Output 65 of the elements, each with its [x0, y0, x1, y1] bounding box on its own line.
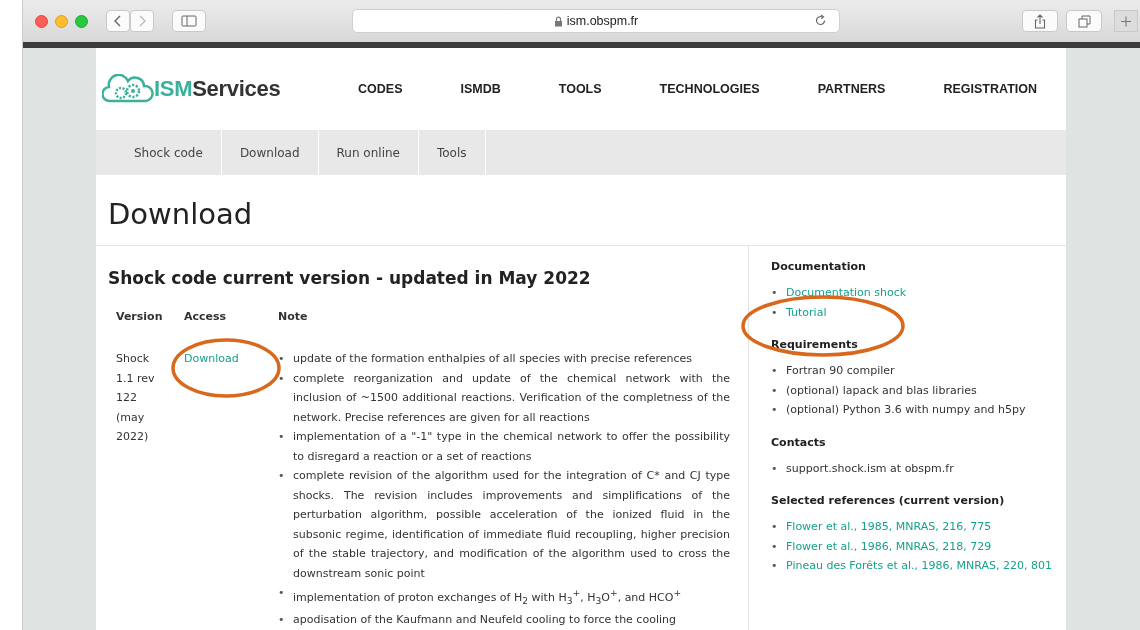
column-header: Access — [183, 309, 228, 325]
subnav-tab[interactable]: Run online — [318, 130, 419, 175]
overlapping-squares-icon — [1077, 14, 1091, 28]
sidebar-button[interactable] — [172, 10, 206, 32]
sidebar-heading: Requirements — [771, 338, 859, 351]
bullet: • — [278, 429, 286, 445]
site-logo[interactable]: ISMServices — [102, 74, 281, 104]
url-text: ism.obspm.fr — [566, 14, 639, 28]
bullet: • — [771, 402, 779, 418]
subnav-tab[interactable]: Tools — [418, 130, 486, 175]
sidebar-icon — [181, 15, 197, 27]
nav-link[interactable]: ISMDB — [431, 82, 530, 96]
sidebar-text: (optional) Python 3.6 with numpy and h5py — [786, 402, 1026, 418]
subnav-tab[interactable]: Shock code — [116, 130, 222, 175]
nav-link[interactable]: REGISTRATION — [914, 82, 1066, 96]
maximize-icon[interactable] — [75, 14, 88, 28]
nav-link[interactable]: CODES — [329, 82, 432, 96]
bullet: • — [771, 460, 779, 477]
bullet: • — [771, 285, 779, 301]
plus-icon — [1121, 15, 1131, 27]
note-item: update of the formation enthalpies of all species with precise references — [293, 351, 693, 367]
sidebar-heading: Documentation — [771, 260, 867, 273]
version-cell-text: Shock 1.1 rev 122 (may 2022) — [115, 351, 156, 445]
note-item: implementation of proton exchanges of H$_{2}$ with H$_{3}$$^{+}$, H$_{3}$O$^{+}$, and HCO$^{+}$ — [293, 586, 683, 608]
note-item: complete revision of the algorithm used for the integration of C* and CJ type shocks. The revision includes improvements and simplifications of the perturbation algorithm, possible acceleration of the ionized fluid in the subsonic regime, identification of immediate fluid recoupling, higher precision of the stable trajectory, and modification of the algorithm used to cross the downstream sonic point — [293, 468, 730, 582]
tabs-button[interactable] — [1066, 10, 1102, 32]
reload-icon[interactable] — [814, 14, 827, 27]
chevron-left-icon — [113, 14, 123, 28]
close-icon[interactable] — [35, 14, 48, 28]
bullet: • — [771, 558, 779, 574]
bullet: • — [278, 612, 286, 629]
column-header: Note — [277, 309, 309, 325]
minimize-icon[interactable] — [55, 14, 68, 28]
bullet: • — [278, 585, 286, 601]
bullet: • — [771, 519, 779, 535]
column-header: Version — [115, 309, 164, 325]
share-icon — [1034, 13, 1046, 29]
bullet: • — [278, 468, 286, 484]
sidebar-text: (optional) lapack and blas libraries — [786, 382, 977, 399]
nav-link[interactable]: TECHNOLOGIES — [630, 82, 789, 96]
bullet: • — [771, 363, 779, 379]
sidebar-text: support.shock.ism at obspm.fr — [786, 460, 954, 477]
forward-button[interactable] — [130, 10, 154, 32]
sidebar-text: Fortran 90 compiler — [786, 363, 895, 379]
subnav-tab[interactable]: Download — [221, 130, 319, 175]
lock-icon — [553, 15, 563, 27]
bullet: • — [771, 538, 779, 555]
sidebar-heading: Contacts — [771, 435, 827, 449]
chevron-right-icon — [137, 14, 147, 28]
nav-link[interactable]: PARTNERS — [788, 82, 915, 96]
sidebar-heading: Selected references (current version) — [771, 494, 1006, 507]
bullet: • — [771, 304, 779, 321]
back-button[interactable] — [106, 10, 130, 32]
page-title: Download — [96, 175, 1066, 246]
bullet: • — [278, 351, 286, 367]
nav-link[interactable]: TOOLS — [529, 82, 631, 96]
cloud-gears-icon — [102, 74, 154, 104]
new-tab-button[interactable] — [1114, 10, 1138, 32]
brand-name: ISMServices — [154, 76, 281, 102]
bullet: • — [278, 370, 286, 387]
share-button[interactable] — [1022, 10, 1058, 32]
address-bar[interactable]: ism.obspm.fr — [352, 9, 840, 33]
note-item: apodisation of the Kaufmann and Neufeld cooling to force the cooling — [293, 612, 677, 629]
bullet: • — [771, 382, 779, 399]
section-heading: Shock code current version - updated in May 2022 — [108, 268, 592, 288]
